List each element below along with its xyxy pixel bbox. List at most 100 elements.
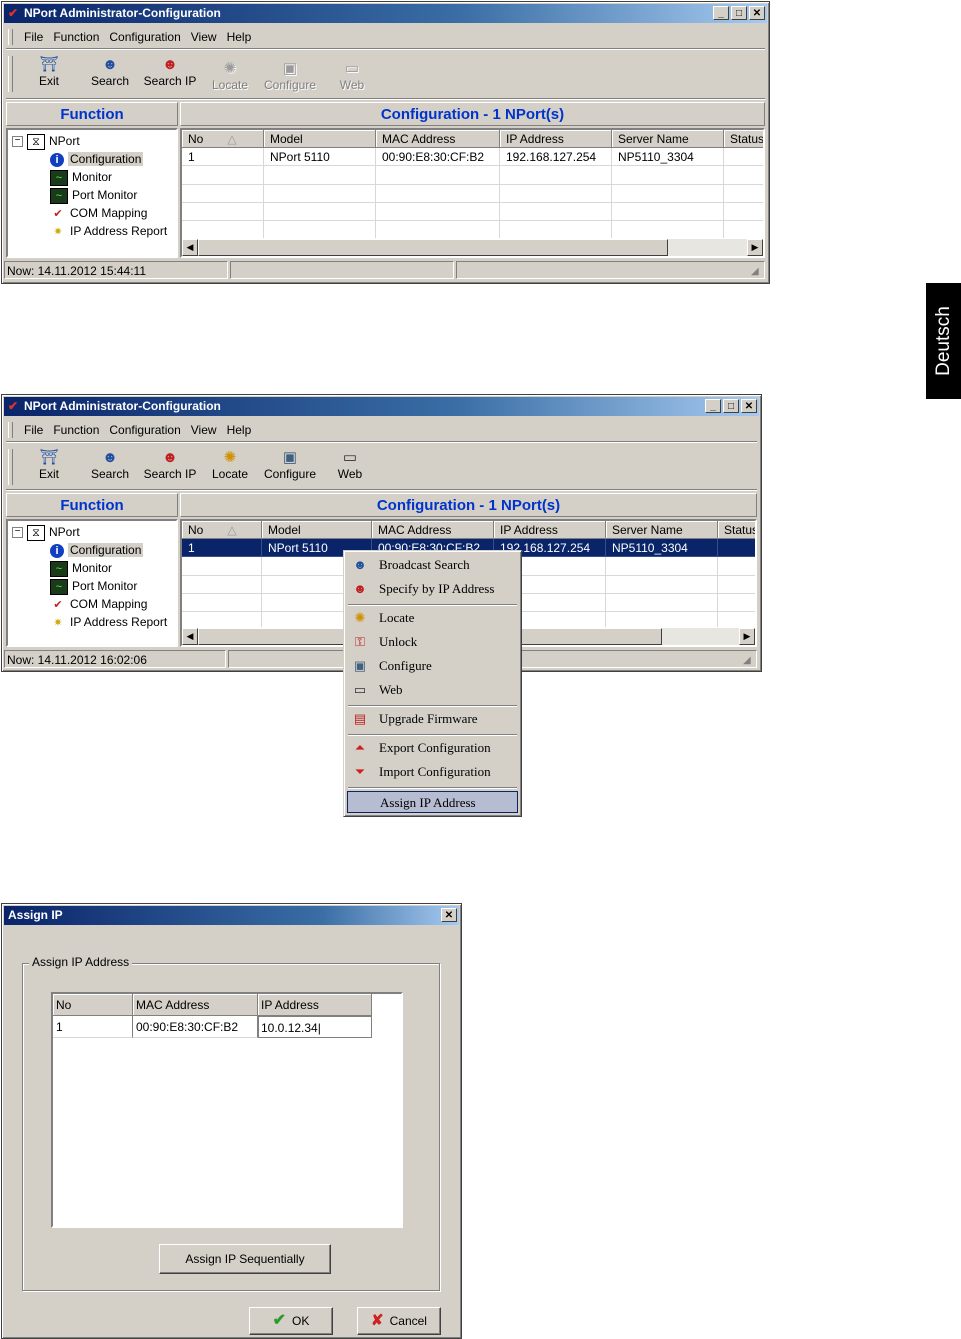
column-header-ip[interactable]: IP Address <box>494 521 606 539</box>
lightbulb-icon: ✷ <box>53 225 63 238</box>
maximize-button[interactable]: □ <box>723 399 739 413</box>
tree-root[interactable]: − ⧖ NPort <box>12 132 80 150</box>
menu-file[interactable]: File <box>19 30 48 44</box>
menu-configuration[interactable]: Configuration <box>104 423 185 437</box>
horizontal-scrollbar[interactable]: ◀ ▶ <box>182 239 763 256</box>
minimize-button[interactable]: _ <box>713 6 729 20</box>
menu-item-unlock[interactable]: ⚿ Unlock <box>347 631 518 653</box>
locate-button[interactable]: ✺ Locate <box>208 449 252 481</box>
web-icon: ▭ <box>342 449 358 466</box>
search-button[interactable]: ☻ Search <box>88 56 132 88</box>
locate-label: Locate <box>211 467 249 481</box>
web-button[interactable]: ▭ Web <box>332 449 368 481</box>
scroll-left-icon[interactable]: ◀ <box>182 239 198 256</box>
tree-item-port-monitor[interactable]: ~ Port Monitor <box>50 186 137 204</box>
scroll-right-icon[interactable]: ▶ <box>739 628 755 645</box>
dialog-title-bar[interactable]: Assign IP ✕ <box>4 906 459 925</box>
collapse-icon[interactable]: − <box>12 527 23 539</box>
exit-button[interactable]: ⛩ Exit <box>32 449 66 481</box>
menu-view[interactable]: View <box>186 423 222 437</box>
menu-item-label: Unlock <box>379 634 418 649</box>
search-ip-button[interactable]: ☻ Search IP <box>142 449 198 481</box>
menu-item-import-configuration[interactable]: ⏷ Import Configuration <box>347 761 518 783</box>
exit-icon: ⛩ <box>39 449 59 466</box>
collapse-icon[interactable]: − <box>12 136 23 148</box>
column-header-no[interactable]: No △ <box>182 521 262 539</box>
tree-root-label: NPort <box>49 525 80 539</box>
configure-button[interactable]: ▣ Configure <box>262 60 318 92</box>
close-button[interactable]: ✕ <box>749 6 765 20</box>
ip-address-input[interactable]: 10.0.12.34| <box>258 1016 372 1038</box>
menu-function[interactable]: Function <box>48 30 104 44</box>
menu-item-broadcast-search[interactable]: ☻ Broadcast Search <box>347 554 518 576</box>
column-header-no[interactable]: No △ <box>182 130 264 148</box>
column-header-no[interactable]: No <box>53 994 133 1016</box>
column-header-server-name[interactable]: Server Name <box>606 521 718 539</box>
tree-item-com-mapping[interactable]: ✔ COM Mapping <box>50 595 147 613</box>
dialog-close-button[interactable]: ✕ <box>441 908 457 922</box>
broadcast-search-icon: ☻ <box>353 557 367 572</box>
menu-item-assign-ip-address[interactable]: Assign IP Address <box>347 791 518 813</box>
search-button[interactable]: ☻ Search <box>88 449 132 481</box>
column-header-mac[interactable]: MAC Address <box>376 130 500 148</box>
menu-help[interactable]: Help <box>222 30 257 44</box>
scroll-left-icon[interactable]: ◀ <box>182 628 198 645</box>
title-bar[interactable]: ✔ NPort Administrator-Configuration _ □ ✕ <box>4 4 767 23</box>
menu-item-upgrade-firmware[interactable]: ▤ Upgrade Firmware <box>347 708 518 730</box>
tree-item-ip-address-report[interactable]: ✷ IP Address Report <box>50 613 167 631</box>
tree-item-configuration[interactable]: i Configuration <box>50 150 144 168</box>
exit-label: Exit <box>38 467 59 481</box>
resize-grip-icon[interactable]: ◢ <box>743 654 757 668</box>
menu-function[interactable]: Function <box>48 423 104 437</box>
maximize-button[interactable]: □ <box>731 6 747 20</box>
exit-button[interactable]: ⛩ Exit <box>32 56 66 88</box>
configure-button[interactable]: ▣ Configure <box>262 449 318 481</box>
minimize-button[interactable]: _ <box>705 399 721 413</box>
menu-item-locate[interactable]: ✺ Locate <box>347 607 518 629</box>
status-pane-2 <box>230 261 454 279</box>
menu-item-label: Configure <box>379 658 432 673</box>
menu-help[interactable]: Help <box>222 423 257 437</box>
tree-item-ip-address-report[interactable]: ✷ IP Address Report <box>50 222 167 240</box>
web-button[interactable]: ▭ Web <box>334 60 370 92</box>
tree-item-monitor[interactable]: ~ Monitor <box>50 559 112 577</box>
tree-item-port-monitor[interactable]: ~ Port Monitor <box>50 577 137 595</box>
tree-item-monitor[interactable]: ~ Monitor <box>50 168 112 186</box>
search-ip-button[interactable]: ☻ Search IP <box>142 56 198 88</box>
column-header-ip[interactable]: IP Address <box>258 994 372 1016</box>
close-button[interactable]: ✕ <box>741 399 757 413</box>
column-header-mac[interactable]: MAC Address <box>133 994 258 1016</box>
tree-item-label: Configuration <box>68 152 144 166</box>
title-bar[interactable]: ✔ NPort Administrator-Configuration _ □ ✕ <box>4 397 759 416</box>
tree-item-configuration[interactable]: i Configuration <box>50 541 144 559</box>
menu-item-configure[interactable]: ▣ Configure <box>347 655 518 677</box>
ok-button[interactable]: ✔ OK <box>249 1307 333 1335</box>
assign-ip-sequentially-button[interactable]: Assign IP Sequentially <box>159 1244 331 1274</box>
menu-configuration[interactable]: Configuration <box>104 30 185 44</box>
cell-no: 1 <box>182 148 264 166</box>
column-header-model[interactable]: Model <box>262 521 372 539</box>
window-1: ✔ NPort Administrator-Configuration _ □ ✕… <box>1 1 770 284</box>
column-header-ip[interactable]: IP Address <box>500 130 612 148</box>
scroll-thumb[interactable] <box>198 239 668 256</box>
column-header-status[interactable]: Status <box>724 130 763 148</box>
tree-item-com-mapping[interactable]: ✔ COM Mapping <box>50 204 147 222</box>
import-icon: ⏷ <box>354 764 366 779</box>
resize-grip-icon[interactable]: ◢ <box>751 265 765 279</box>
scroll-right-icon[interactable]: ▶ <box>747 239 763 256</box>
menu-item-export-configuration[interactable]: ⏶ Export Configuration <box>347 737 518 759</box>
cancel-button[interactable]: ✘ Cancel <box>357 1307 441 1335</box>
menu-item-web[interactable]: ▭ Web <box>347 679 518 701</box>
column-header-status[interactable]: Status <box>718 521 755 539</box>
menu-file[interactable]: File <box>19 423 48 437</box>
menu-view[interactable]: View <box>186 30 222 44</box>
tree-item-label: Monitor <box>72 561 113 575</box>
configure-label: Configure <box>263 467 317 481</box>
column-header-model[interactable]: Model <box>264 130 376 148</box>
menu-item-specify-by-ip[interactable]: ☻ Specify by IP Address <box>347 578 518 600</box>
tree-root[interactable]: − ⧖ NPort <box>12 523 80 541</box>
column-header-mac[interactable]: MAC Address <box>372 521 494 539</box>
column-header-server-name[interactable]: Server Name <box>612 130 724 148</box>
locate-button[interactable]: ✺ Locate <box>208 60 252 92</box>
search-ip-label: Search IP <box>143 467 197 481</box>
